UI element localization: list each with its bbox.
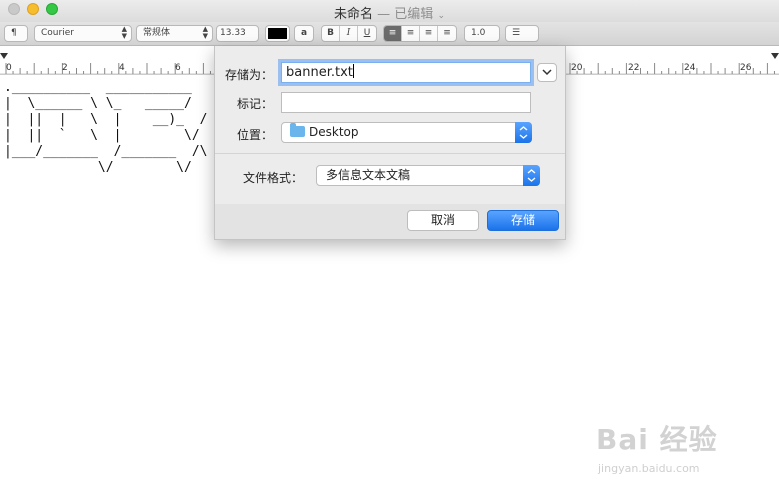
- left-indent-marker-icon: [0, 53, 8, 59]
- ruler-label-24: 24: [684, 63, 696, 73]
- edited-status: — 已编辑: [377, 7, 434, 22]
- tags-field[interactable]: [281, 92, 531, 113]
- ruler-label-20: 20: [571, 63, 583, 73]
- align-justify-icon[interactable]: ≡: [438, 26, 456, 41]
- window-titlebar: 未命名 — 已编辑 ⌄: [0, 0, 779, 22]
- tags-label: 标记：: [236, 97, 273, 111]
- text-style-segment: B I U: [321, 25, 377, 42]
- location-updown-icon: [515, 122, 532, 143]
- underline-button[interactable]: U: [358, 26, 376, 41]
- text-color-well[interactable]: [265, 25, 290, 42]
- right-indent-marker-icon: [771, 53, 779, 59]
- paragraph-style-menu[interactable]: ¶: [4, 25, 28, 42]
- font-size-value: 13.33: [220, 28, 246, 38]
- chevron-down-icon: [542, 69, 552, 76]
- bold-button[interactable]: B: [322, 26, 340, 41]
- location-label: 位置：: [236, 128, 273, 142]
- watermark-logo: Bai 经验: [596, 423, 718, 456]
- font-size-field[interactable]: 13.33: [216, 25, 259, 42]
- folder-icon: [290, 123, 305, 137]
- file-format-value: 多信息文本文稿: [326, 168, 411, 182]
- font-style-value: 常规体: [143, 28, 171, 38]
- file-format-popup[interactable]: 多信息文本文稿: [316, 165, 540, 186]
- save-dialog: 存储为： banner.txt 标记： 位置： Desktop 文件格式： 多信…: [214, 46, 566, 240]
- cancel-button[interactable]: 取消: [407, 210, 479, 231]
- window-title[interactable]: 未命名 — 已编辑 ⌄: [0, 3, 779, 22]
- ruler-label-6: 6: [175, 63, 181, 73]
- ruler-label-4: 4: [119, 63, 125, 73]
- align-left-icon[interactable]: ≡: [384, 26, 402, 41]
- text-color-swatch: [268, 28, 287, 39]
- document-name: 未命名: [334, 7, 374, 22]
- title-chevron-icon: ⌄: [437, 11, 445, 21]
- ruler-label-26: 26: [740, 63, 752, 73]
- paragraph-style-icon: ¶: [11, 28, 17, 38]
- location-popup[interactable]: Desktop: [281, 122, 532, 143]
- line-spacing-menu[interactable]: 1.0: [464, 25, 500, 42]
- dialog-separator: [215, 153, 565, 154]
- format-updown-icon: [523, 165, 540, 186]
- document-text[interactable]: .__________ ___________ | \______ \ \_ _…: [4, 80, 208, 176]
- location-value: Desktop: [309, 125, 359, 139]
- alignment-segment: ≡ ≡ ≡ ≡: [383, 25, 457, 42]
- highlight-label: a: [300, 28, 308, 38]
- save-button[interactable]: 存储: [487, 210, 559, 231]
- expand-dialog-button[interactable]: [537, 63, 557, 82]
- save-as-field[interactable]: banner.txt: [281, 62, 531, 83]
- align-right-icon[interactable]: ≡: [420, 26, 438, 41]
- font-family-value: Courier: [41, 28, 74, 38]
- save-as-value: banner.txt: [286, 65, 353, 80]
- watermark-url: jingyan.baidu.com: [598, 462, 700, 475]
- baidu-jingyan-watermark: Bai 经验 jingyan.baidu.com: [596, 418, 746, 488]
- font-family-menu[interactable]: Courier ▲ ▼: [34, 25, 132, 42]
- text-cursor: [352, 64, 354, 78]
- ruler-label-0: 0: [6, 63, 12, 73]
- line-spacing-value: 1.0: [471, 28, 486, 38]
- list-bullet-icon: ☰: [512, 28, 521, 38]
- format-toolbar: ¶ Courier ▲ ▼ 常规体 ▲ ▼ 13.33 a B I U ≡ ≡ ≡ …: [0, 22, 779, 46]
- font-style-updown-icon: ▲ ▼: [202, 25, 208, 40]
- font-family-updown-icon: ▲ ▼: [121, 25, 127, 40]
- font-style-menu[interactable]: 常规体 ▲ ▼: [136, 25, 213, 42]
- list-style-menu[interactable]: ☰: [505, 25, 539, 42]
- ruler-label-22: 22: [628, 63, 640, 73]
- ruler-label-2: 2: [62, 63, 68, 73]
- highlight-color-button[interactable]: a: [294, 25, 314, 42]
- align-center-icon[interactable]: ≡: [402, 26, 420, 41]
- italic-button[interactable]: I: [340, 26, 358, 41]
- save-as-label: 存储为：: [224, 68, 273, 82]
- file-format-label: 文件格式：: [242, 171, 303, 185]
